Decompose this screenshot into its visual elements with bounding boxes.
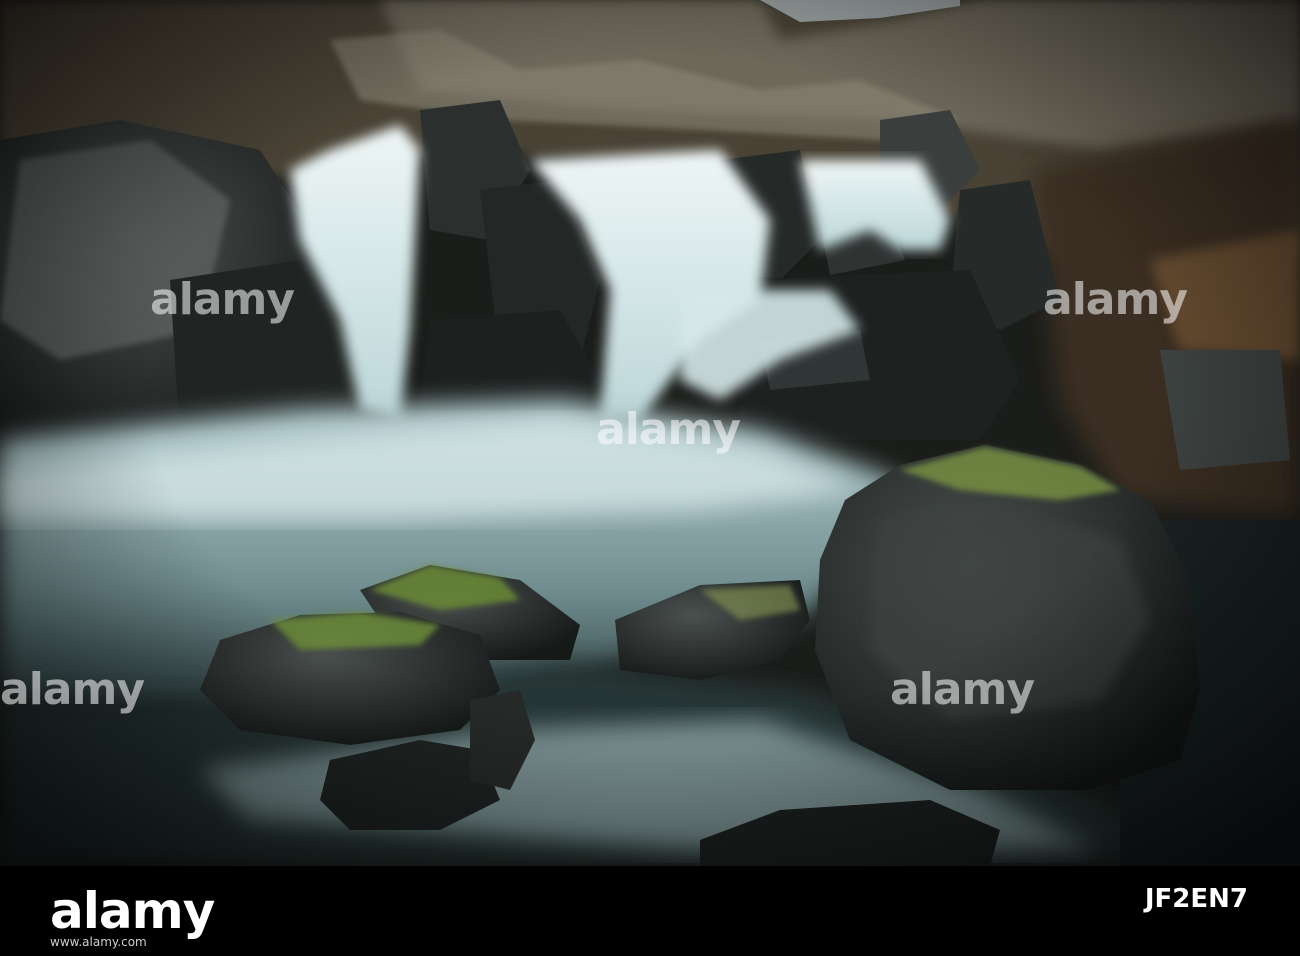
image-id: JF2EN7 [1144, 884, 1248, 914]
watermark-text: alamy [150, 274, 295, 325]
watermark-text: alamy [890, 664, 1035, 715]
watermark-text: alamy [1043, 274, 1188, 325]
brand-logo: alamy [50, 882, 215, 940]
branding-bar: alamy www.alamy.com JF2EN7 [0, 866, 1300, 956]
watermark-text: alamy [0, 664, 145, 715]
brand-url: www.alamy.com [50, 935, 147, 949]
watermark-text: alamy [596, 404, 741, 455]
